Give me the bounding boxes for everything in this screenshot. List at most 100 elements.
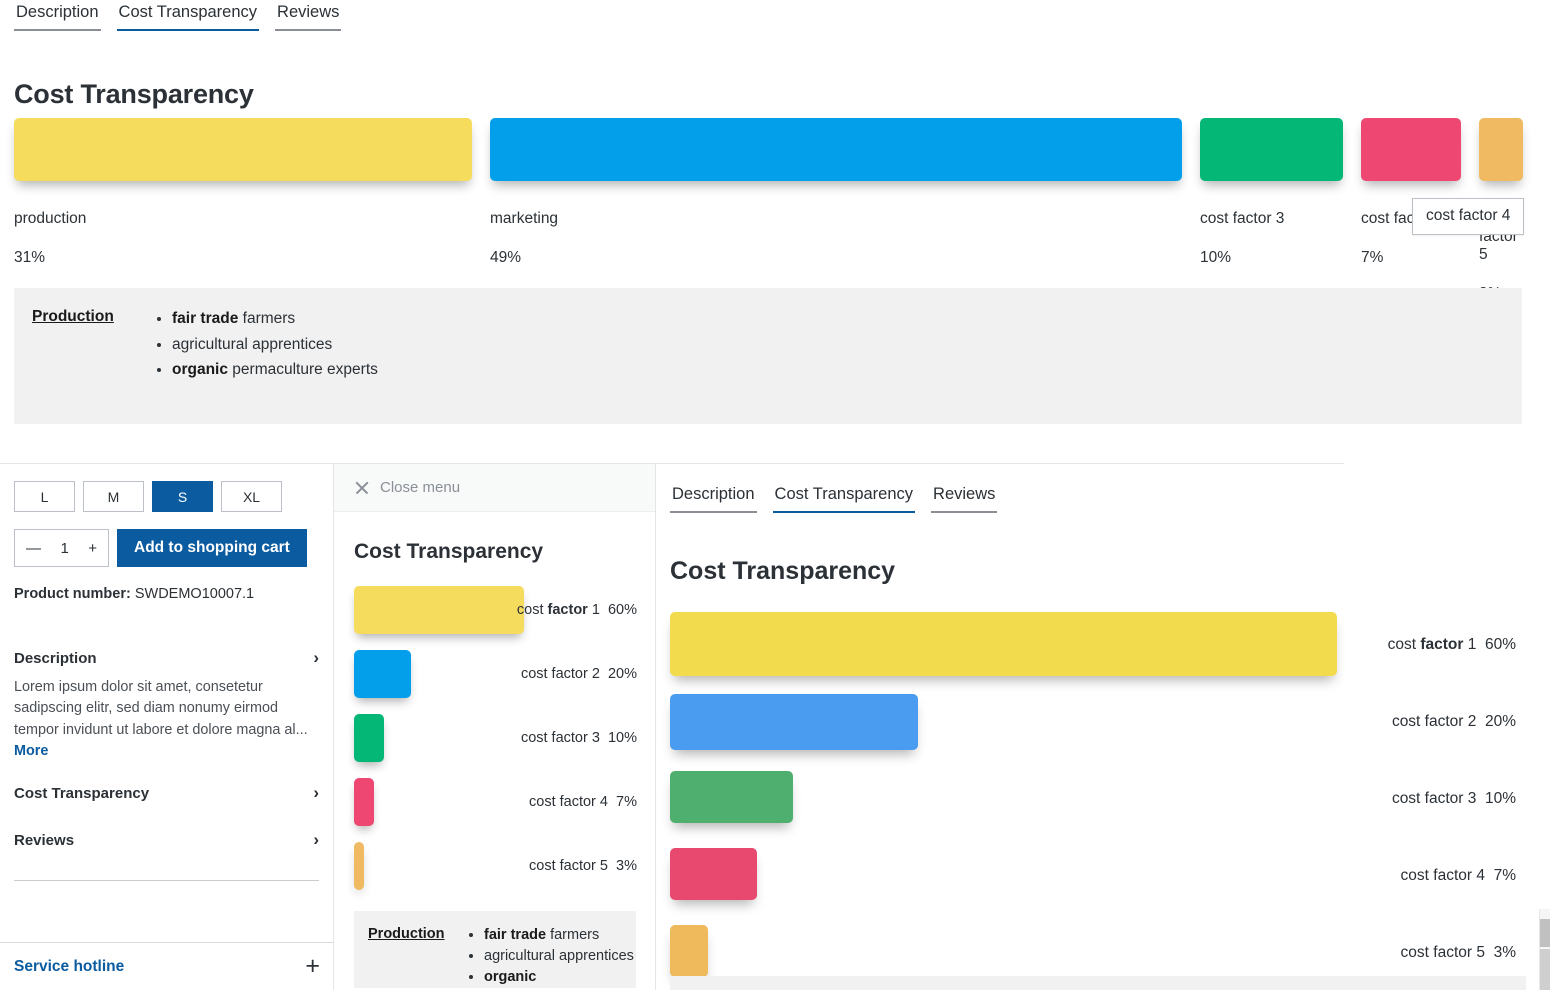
cost-bar-row[interactable]: cost factor 1 60% [670, 607, 1540, 684]
cost-bar-row[interactable]: cost factor 2 20% [670, 684, 1540, 761]
cost-bar[interactable] [354, 778, 374, 826]
info-list-item: agricultural apprentices [172, 332, 378, 358]
close-menu-button[interactable]: Close menu [334, 464, 655, 512]
cost-bar-percent: 10% [1200, 249, 1232, 266]
add-to-cart-button[interactable]: Add to shopping cart [117, 529, 307, 567]
accordion-item-reviews[interactable]: Reviews › [14, 823, 319, 856]
cost-bar-row[interactable]: cost factor 4 7% [354, 770, 655, 834]
cost-bar[interactable] [670, 847, 757, 900]
size-button-l[interactable]: L [14, 481, 75, 512]
cost-bar[interactable] [1479, 118, 1523, 181]
cost-bar-label: cost factor 2 20% [520, 666, 637, 682]
chevron-right-icon: › [313, 830, 319, 850]
tab-cost-transparency[interactable]: Cost Transparency [116, 0, 260, 31]
cost-bar-percent: 7% [1361, 249, 1384, 266]
mobile-preview-panel: Close menu Cost Transparency cost factor… [334, 464, 656, 990]
quantity-decrement-button[interactable]: — [26, 540, 41, 557]
cost-bar[interactable] [490, 118, 1182, 181]
info-box-list: fair trade farmersagricultural apprentic… [172, 306, 378, 383]
bottom-preview-section: L M S XL — 1 + Add to shopping cart Product… [0, 464, 1550, 990]
scrollbar-thumb[interactable] [1540, 919, 1550, 947]
accordion-item-cost-transparency[interactable]: Cost Transparency › [14, 776, 319, 809]
scrollbar-track-lower[interactable] [1540, 949, 1550, 990]
tab-reviews[interactable]: Reviews [275, 0, 342, 31]
cost-bar[interactable] [1200, 118, 1343, 181]
page-title: Cost Transparency [14, 78, 254, 109]
quantity-stepper[interactable]: — 1 + [14, 529, 109, 567]
cost-segment[interactable]: cost factor 3 10% [1200, 118, 1343, 267]
size-button-m[interactable]: M [83, 481, 144, 512]
cost-bar[interactable] [354, 650, 411, 698]
cost-bar-row[interactable]: cost factor 4 7% [670, 838, 1540, 915]
cost-bar-row[interactable]: cost factor 3 10% [670, 761, 1540, 838]
tab-underline [275, 28, 342, 31]
tab-cost-transparency[interactable]: Cost Transparency [772, 482, 916, 513]
cost-bar-row[interactable]: cost factor 3 10% [354, 706, 655, 770]
preview-production-info-box [670, 976, 1526, 990]
cost-segment[interactable]: marketing 49% [490, 118, 1182, 267]
cost-bar-percent: 31% [14, 249, 46, 266]
cost-bar[interactable] [354, 586, 524, 634]
cost-bar-label: cost factor 3 10% [520, 730, 637, 746]
size-button-s[interactable]: S [152, 481, 213, 512]
description-more-link[interactable]: More [14, 743, 48, 759]
vertical-scrollbar[interactable] [1539, 909, 1550, 990]
preview-cost-bar-chart: cost factor 1 60% cost factor 2 20% cost f… [656, 586, 1540, 990]
tab-description[interactable]: Description [670, 482, 757, 513]
purchase-row: — 1 + Add to shopping cart [0, 512, 333, 567]
tab-underline [14, 28, 101, 31]
cost-segment[interactable]: cost factor 4 7% [1361, 118, 1461, 267]
desktop-preview-panel: Description Cost Transparency Reviews Cost… [656, 464, 1540, 990]
tab-label: Reviews [277, 3, 340, 21]
tab-label: Reviews [933, 485, 996, 503]
cost-segment[interactable]: production 31% [14, 118, 472, 267]
cost-bar[interactable] [1361, 118, 1461, 181]
cost-bar[interactable] [670, 770, 793, 823]
cost-factor-tooltip: cost factor 4 [1412, 198, 1525, 235]
cost-bar-row[interactable]: cost factor 5 3% [354, 834, 655, 898]
cost-bar-row[interactable]: cost factor 2 20% [354, 642, 655, 706]
info-box-key: Production [368, 926, 445, 942]
chevron-right-icon: › [313, 648, 319, 667]
plus-icon[interactable]: + [305, 954, 320, 979]
cost-bar[interactable] [14, 118, 472, 181]
service-hotline-bar[interactable]: Service hotline + [0, 942, 334, 990]
info-box-key: Production [32, 308, 114, 325]
cost-bar-label: cost factor 1 60% [516, 602, 637, 618]
accordion-label-cost-transparency: Cost Transparency [14, 784, 150, 802]
tab-description[interactable]: Description [14, 0, 101, 31]
cost-bar[interactable] [670, 924, 708, 977]
cost-bar[interactable] [670, 611, 1337, 676]
cost-bar-label: cost factor 2 20% [1391, 713, 1516, 730]
accordion-label-description: Description [14, 649, 97, 667]
info-list-item: fair trade farmers [172, 306, 378, 332]
product-number-label: Product number: [14, 586, 131, 602]
product-sidebar: L M S XL — 1 + Add to shopping cart Product… [0, 464, 334, 990]
info-list-item: organic [484, 967, 634, 988]
top-cost-bar-chart: production 31% marketing 49% cost factor 3 10… [0, 118, 1550, 303]
cost-bar[interactable] [670, 693, 918, 750]
product-detail-page: Description Cost Transparency Reviews Cost… [0, 0, 1550, 990]
tab-label: Description [16, 3, 99, 21]
chevron-right-icon: › [313, 783, 319, 803]
tab-underline [116, 28, 260, 31]
cost-bar-row[interactable]: cost factor 1 60% [354, 578, 655, 642]
preview-tab-bar: Description Cost Transparency Reviews [656, 464, 1540, 513]
close-menu-label: Close menu [380, 479, 461, 496]
tab-underline [670, 510, 757, 513]
tab-reviews[interactable]: Reviews [931, 482, 998, 513]
quantity-increment-button[interactable]: + [88, 540, 97, 557]
product-number-value: SWDEMO10007.1 [134, 586, 255, 602]
size-button-xl[interactable]: XL [221, 481, 282, 512]
accordion-divider [14, 880, 319, 882]
info-box-list: fair trade farmersagricultural apprentic… [484, 925, 634, 988]
cost-bar-label: cost factor 4 7% [529, 794, 637, 810]
service-hotline-label[interactable]: Service hotline [14, 958, 124, 976]
sidebar-accordion: Description › Lorem ipsum dolor sit amet… [0, 641, 333, 882]
info-list-item: organic permaculture experts [172, 357, 378, 383]
quantity-value[interactable]: 1 [60, 540, 68, 557]
cost-bar[interactable] [354, 842, 364, 890]
cost-bar[interactable] [354, 714, 384, 762]
accordion-item-description[interactable]: Description › [14, 641, 319, 674]
tab-label: Cost Transparency [774, 485, 914, 503]
